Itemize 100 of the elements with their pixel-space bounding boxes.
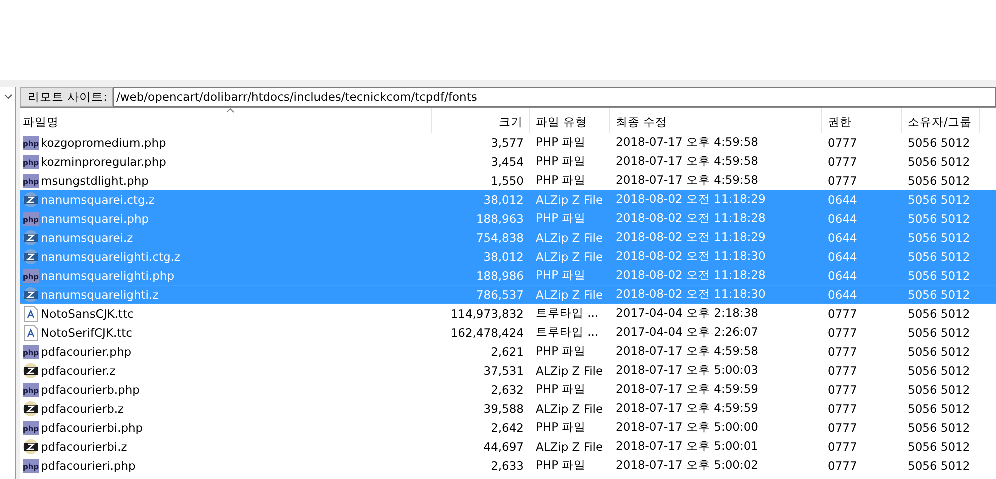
zip-file-icon xyxy=(23,230,39,246)
modified-date: 2018-07-17 오후 4:59:58 xyxy=(616,154,758,169)
file-type: ALZip Z File xyxy=(536,364,604,378)
file-name: pdfacourierbi.z xyxy=(41,440,128,454)
zip-file-icon xyxy=(23,248,39,264)
file-size: 37,531 xyxy=(484,364,524,378)
file-name: nanumsquarelighti.z xyxy=(41,288,159,302)
file-type: PHP 파일 xyxy=(536,420,586,435)
file-name: pdfacourieri.php xyxy=(41,458,136,472)
file-type: ALZip Z File xyxy=(536,250,604,264)
owner-group: 5056 5012 xyxy=(908,458,970,472)
file-name: nanumsquarelighti.php xyxy=(41,268,175,282)
owner-group: 5056 5012 xyxy=(908,174,970,188)
zip-file-icon xyxy=(23,192,39,208)
file-type: PHP 파일 xyxy=(536,173,586,188)
modified-date: 2017-04-04 오후 2:18:38 xyxy=(616,306,758,321)
modified-date: 2018-07-17 오후 5:00:01 xyxy=(616,439,758,454)
column-header[interactable]: 크기 xyxy=(432,108,530,133)
file-row[interactable]: NotoSansCJK.ttc 114,973,832 트루타입 ... 2017-04-04 오후 2:18:38 0777 5056 5012 xyxy=(20,304,996,323)
owner-group: 5056 5012 xyxy=(908,402,970,416)
file-size: 2,642 xyxy=(491,420,524,434)
permissions: 0777 xyxy=(828,364,858,378)
permissions: 0777 xyxy=(828,154,858,168)
file-size: 3,577 xyxy=(491,136,524,150)
file-size: 39,588 xyxy=(484,402,524,416)
permissions: 0644 xyxy=(828,230,858,244)
owner-group: 5056 5012 xyxy=(908,230,970,244)
file-size: 114,973,832 xyxy=(450,306,524,320)
owner-group: 5056 5012 xyxy=(908,192,970,206)
remote-path-field[interactable]: /web/opencart/dolibarr/htdocs/includes/tecnickcom/tcpdf/fonts xyxy=(112,87,996,107)
file-size: 44,697 xyxy=(484,440,524,454)
file-size: 2,633 xyxy=(491,458,524,472)
file-name: NotoSerifCJK.ttc xyxy=(41,326,132,340)
modified-date: 2018-08-02 오전 11:18:28 xyxy=(616,268,766,283)
zip-file-icon xyxy=(23,362,39,378)
file-size: 2,621 xyxy=(491,344,524,358)
file-row[interactable]: NotoSerifCJK.ttc 162,478,424 트루타입 ... 2017-04-04 오후 2:26:07 0777 5056 5012 xyxy=(20,323,996,342)
file-type: PHP 파일 xyxy=(536,458,586,473)
file-name: nanumsquarei.php xyxy=(41,212,150,226)
file-name: msungstdlight.php xyxy=(41,174,149,188)
file-name: pdfacourier.z xyxy=(41,364,116,378)
file-size: 188,963 xyxy=(476,212,524,226)
modified-date: 2018-07-17 오후 4:59:58 xyxy=(616,173,758,188)
file-type: PHP 파일 xyxy=(536,268,586,283)
owner-group: 5056 5012 xyxy=(908,268,970,282)
permissions: 0777 xyxy=(828,440,858,454)
file-size: 3,454 xyxy=(491,154,524,168)
modified-date: 2018-07-17 오후 4:59:59 xyxy=(616,401,758,416)
file-name: kozgopromedium.php xyxy=(41,136,166,150)
permissions: 0644 xyxy=(828,250,858,264)
file-type: 트루타입 ... xyxy=(536,325,599,340)
file-row[interactable]: pdfacourierbi.z 44,697 ALZip Z File 2018-07-17 오후 5:00:01 0777 5056 5012 xyxy=(20,437,996,456)
column-header[interactable]: 파일명 xyxy=(20,108,432,133)
permissions: 0644 xyxy=(828,288,858,302)
owner-group: 5056 5012 xyxy=(908,344,970,358)
file-size: 2,632 xyxy=(491,382,524,396)
permissions: 0644 xyxy=(828,212,858,226)
file-name: nanumsquarelighti.ctg.z xyxy=(41,250,180,264)
file-name: NotoSansCJK.ttc xyxy=(41,306,134,320)
file-name: nanumsquarei.ctg.z xyxy=(41,192,155,206)
file-type: PHP 파일 xyxy=(536,344,586,359)
file-size: 38,012 xyxy=(484,192,524,206)
owner-group: 5056 5012 xyxy=(908,288,970,302)
column-header[interactable]: 파일 유형 xyxy=(530,108,610,133)
file-name: pdfacourierb.z xyxy=(41,402,124,416)
column-header[interactable]: 권한 xyxy=(822,108,902,133)
column-header[interactable]: 소유자/그룹 xyxy=(902,108,980,133)
file-type: PHP 파일 xyxy=(536,135,586,150)
file-type: 트루타입 ... xyxy=(536,306,599,321)
file-type: PHP 파일 xyxy=(536,154,586,169)
file-row[interactable]: pdfacourierb.z 39,588 ALZip Z File 2018-07-17 오후 4:59:59 0777 5056 5012 xyxy=(20,399,996,418)
modified-date: 2018-08-02 오전 11:18:30 xyxy=(616,287,766,302)
owner-group: 5056 5012 xyxy=(908,364,970,378)
zip-file-icon xyxy=(23,438,39,454)
permissions: 0777 xyxy=(828,174,858,188)
owner-group: 5056 5012 xyxy=(908,440,970,454)
owner-group: 5056 5012 xyxy=(908,136,970,150)
file-type: PHP 파일 xyxy=(536,382,586,397)
modified-date: 2018-07-17 오후 5:00:03 xyxy=(616,363,758,378)
file-size: 162,478,424 xyxy=(450,326,524,340)
font-file-icon xyxy=(23,306,39,322)
permissions: 0777 xyxy=(828,344,858,358)
permissions: 0777 xyxy=(828,402,858,416)
dropdown-caret-icon[interactable] xyxy=(4,94,13,100)
file-name: pdfacourierb.php xyxy=(41,382,140,396)
file-row[interactable]: pdfacourier.z 37,531 ALZip Z File 2018-07-17 오후 5:00:03 0777 5056 5012 xyxy=(20,361,996,380)
file-size: 1,550 xyxy=(491,174,524,188)
modified-date: 2017-04-04 오후 2:26:07 xyxy=(616,325,758,340)
modified-date: 2018-07-17 오후 4:59:58 xyxy=(616,135,758,150)
file-name: nanumsquarei.z xyxy=(41,230,134,244)
permissions: 0777 xyxy=(828,136,858,150)
file-size: 188,986 xyxy=(476,268,524,282)
file-type: ALZip Z File xyxy=(536,230,604,244)
permissions: 0644 xyxy=(828,268,858,282)
owner-group: 5056 5012 xyxy=(908,250,970,264)
column-header[interactable]: 최종 수정 xyxy=(610,108,822,133)
file-size: 786,537 xyxy=(476,288,524,302)
file-type: ALZip Z File xyxy=(536,440,604,454)
owner-group: 5056 5012 xyxy=(908,326,970,340)
permissions: 0777 xyxy=(828,458,858,472)
